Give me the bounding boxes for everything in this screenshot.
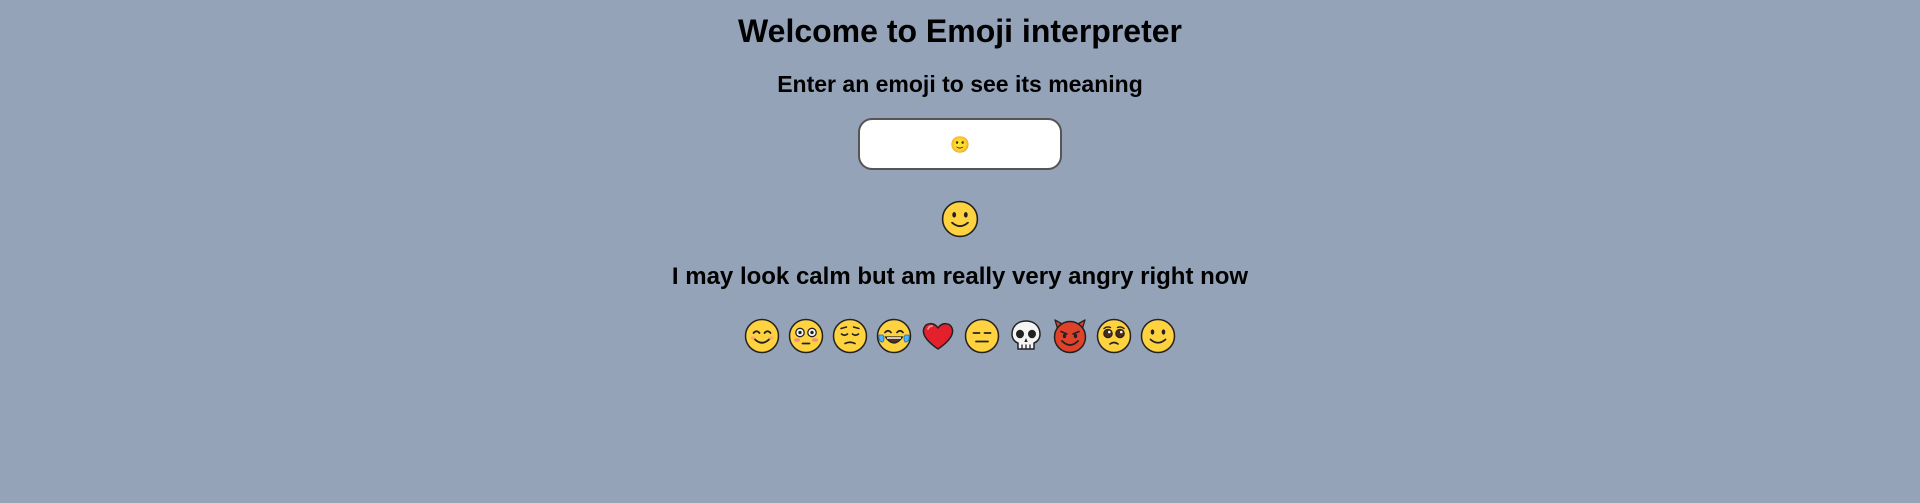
smiling-face-with-horns-icon[interactable]: [1052, 318, 1088, 354]
smiling-face-with-smiling-eyes-icon[interactable]: [744, 318, 780, 354]
emoji-meaning: I may look calm but am really very angry…: [671, 263, 1249, 290]
slightly-smiling-face-icon[interactable]: [1140, 318, 1176, 354]
flushed-face-icon[interactable]: [788, 318, 824, 354]
selected-emoji: [0, 200, 1920, 240]
emoji-input[interactable]: [858, 118, 1062, 170]
pleading-face-icon[interactable]: [1096, 318, 1132, 354]
red-heart-icon[interactable]: [920, 318, 956, 354]
emoji-interpreter-app: Welcome to Emoji interpreter Enter an em…: [0, 0, 1920, 354]
expressionless-face-icon[interactable]: [964, 318, 1000, 354]
face-with-tears-of-joy-icon[interactable]: [876, 318, 912, 354]
skull-icon[interactable]: [1008, 318, 1044, 354]
slightly-smiling-face-icon: [941, 200, 979, 238]
page-title: Welcome to Emoji interpreter: [738, 13, 1182, 49]
input-wrapper: [0, 118, 1920, 170]
page-subtitle: Enter an emoji to see its meaning: [777, 71, 1143, 97]
emoji-list: [0, 318, 1920, 354]
pensive-face-icon[interactable]: [832, 318, 868, 354]
